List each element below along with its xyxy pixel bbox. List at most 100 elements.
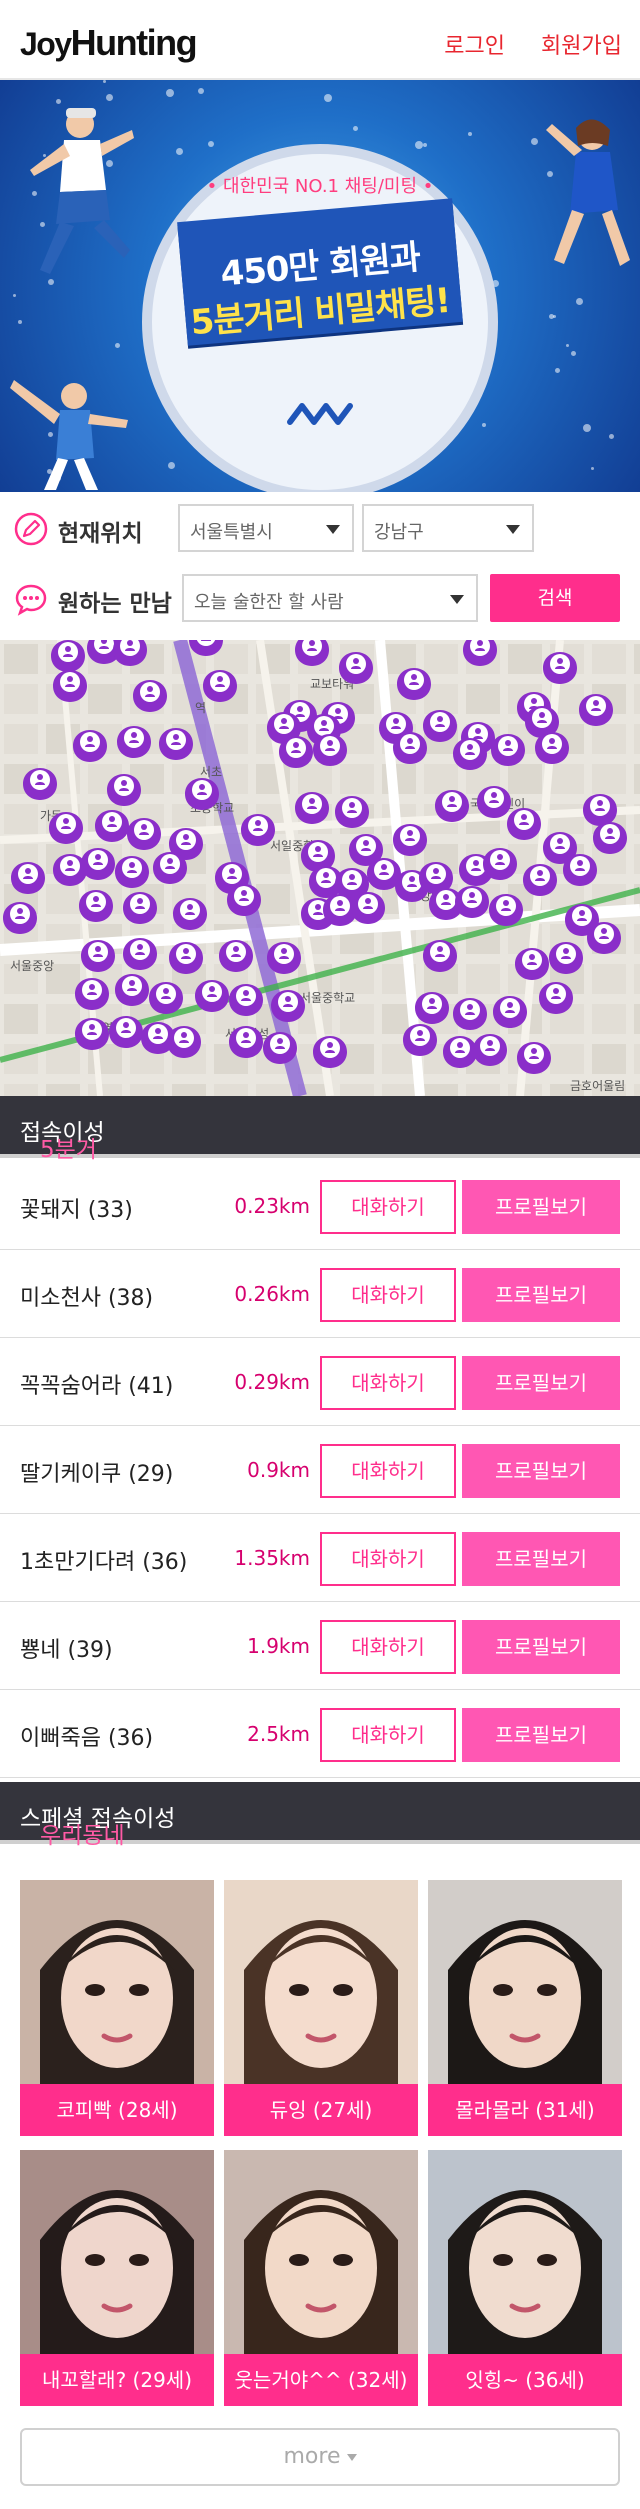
map-canvas[interactable]: 교보타워센터서일중학교강남역국립어린이가든서울중앙교대역서초삼성서울중학교금호어… bbox=[0, 640, 640, 1096]
district-select[interactable]: 강남구 bbox=[362, 504, 534, 552]
logo[interactable]: JoyHunting bbox=[20, 22, 198, 64]
map-pin-icon[interactable] bbox=[229, 984, 263, 1016]
map-pin-icon[interactable] bbox=[229, 1026, 263, 1058]
profile-button[interactable]: 프로필보기 bbox=[462, 1708, 620, 1762]
meeting-select[interactable]: 오늘 술한잔 할 사람 bbox=[182, 574, 478, 622]
map-pin-icon[interactable] bbox=[351, 892, 385, 924]
map-pin-icon[interactable] bbox=[95, 810, 129, 842]
map-pin-icon[interactable] bbox=[455, 886, 489, 918]
map-pin-icon[interactable] bbox=[241, 814, 275, 846]
map-pin-icon[interactable] bbox=[523, 864, 557, 896]
map-pin-icon[interactable] bbox=[543, 652, 577, 684]
promo-banner[interactable]: • 대한민국 NO.1 채팅/미팅 • 450만 회원과 5분거리 비밀채팅! bbox=[0, 80, 640, 492]
map-pin-icon[interactable] bbox=[81, 848, 115, 880]
map-pin-icon[interactable] bbox=[579, 694, 613, 726]
map-pin-icon[interactable] bbox=[587, 922, 621, 954]
map-pin-icon[interactable] bbox=[397, 668, 431, 700]
profile-button[interactable]: 프로필보기 bbox=[462, 1356, 620, 1410]
map-pin-icon[interactable] bbox=[489, 894, 523, 926]
map-pin-icon[interactable] bbox=[393, 732, 427, 764]
map-pin-icon[interactable] bbox=[81, 940, 115, 972]
map-pin-icon[interactable] bbox=[539, 982, 573, 1014]
map-pin-icon[interactable] bbox=[117, 726, 151, 758]
chat-button[interactable]: 대화하기 bbox=[320, 1444, 456, 1498]
map-pin-icon[interactable] bbox=[483, 848, 517, 880]
profile-button[interactable]: 프로필보기 bbox=[462, 1620, 620, 1674]
map-pin-icon[interactable] bbox=[313, 1036, 347, 1068]
map-pin-icon[interactable] bbox=[133, 680, 167, 712]
map-pin-icon[interactable] bbox=[219, 940, 253, 972]
profile-card[interactable]: 코피빡 (28세) bbox=[20, 1880, 214, 2136]
map-pin-icon[interactable] bbox=[549, 942, 583, 974]
map-pin-icon[interactable] bbox=[435, 790, 469, 822]
profile-button[interactable]: 프로필보기 bbox=[462, 1180, 620, 1234]
chat-button[interactable]: 대화하기 bbox=[320, 1532, 456, 1586]
profile-button[interactable]: 프로필보기 bbox=[462, 1532, 620, 1586]
map-pin-icon[interactable] bbox=[271, 990, 305, 1022]
map-pin-icon[interactable] bbox=[79, 890, 113, 922]
map-pin-icon[interactable] bbox=[263, 1032, 297, 1064]
chat-button[interactable]: 대화하기 bbox=[320, 1708, 456, 1762]
map-pin-icon[interactable] bbox=[339, 652, 373, 684]
map-pin-icon[interactable] bbox=[23, 768, 57, 800]
map[interactable]: 교보타워센터서일중학교강남역국립어린이가든서울중앙교대역서초삼성서울중학교금호어… bbox=[0, 640, 640, 1096]
map-pin-icon[interactable] bbox=[491, 734, 525, 766]
map-pin-icon[interactable] bbox=[415, 992, 449, 1024]
map-pin-icon[interactable] bbox=[515, 948, 549, 980]
more-button[interactable]: more bbox=[20, 2428, 620, 2486]
search-button[interactable]: 검색 bbox=[490, 574, 620, 622]
profile-button[interactable]: 프로필보기 bbox=[462, 1268, 620, 1322]
map-pin-icon[interactable] bbox=[3, 902, 37, 934]
map-pin-icon[interactable] bbox=[167, 1026, 201, 1058]
map-pin-icon[interactable] bbox=[185, 778, 219, 810]
map-pin-icon[interactable] bbox=[535, 732, 569, 764]
map-pin-icon[interactable] bbox=[115, 856, 149, 888]
map-pin-icon[interactable] bbox=[123, 892, 157, 924]
map-pin-icon[interactable] bbox=[267, 942, 301, 974]
map-pin-icon[interactable] bbox=[123, 938, 157, 970]
map-pin-icon[interactable] bbox=[423, 710, 457, 742]
chat-button[interactable]: 대화하기 bbox=[320, 1180, 456, 1234]
map-pin-icon[interactable] bbox=[169, 942, 203, 974]
map-pin-icon[interactable] bbox=[313, 734, 347, 766]
chat-button[interactable]: 대화하기 bbox=[320, 1620, 456, 1674]
map-pin-icon[interactable] bbox=[75, 978, 109, 1010]
map-pin-icon[interactable] bbox=[53, 670, 87, 702]
chat-button[interactable]: 대화하기 bbox=[320, 1268, 456, 1322]
profile-card[interactable]: 내꼬할래? (29세) bbox=[20, 2150, 214, 2406]
map-pin-icon[interactable] bbox=[443, 1036, 477, 1068]
map-pin-icon[interactable] bbox=[73, 730, 107, 762]
map-pin-icon[interactable] bbox=[403, 1024, 437, 1056]
profile-card[interactable]: 잇힝~ (36세) bbox=[428, 2150, 622, 2406]
map-pin-icon[interactable] bbox=[51, 640, 85, 672]
map-pin-icon[interactable] bbox=[563, 854, 597, 886]
map-pin-icon[interactable] bbox=[517, 1042, 551, 1074]
map-pin-icon[interactable] bbox=[493, 996, 527, 1028]
profile-card[interactable]: 몰라몰라 (31세) bbox=[428, 1880, 622, 2136]
map-pin-icon[interactable] bbox=[49, 812, 83, 844]
map-pin-icon[interactable] bbox=[393, 824, 427, 856]
profile-card[interactable]: 듀잉 (27세) bbox=[224, 1880, 418, 2136]
map-pin-icon[interactable] bbox=[583, 794, 617, 826]
map-pin-icon[interactable] bbox=[477, 786, 511, 818]
chat-button[interactable]: 대화하기 bbox=[320, 1356, 456, 1410]
map-pin-icon[interactable] bbox=[107, 774, 141, 806]
map-pin-icon[interactable] bbox=[11, 862, 45, 894]
map-pin-icon[interactable] bbox=[593, 822, 627, 854]
login-link[interactable]: 로그인 bbox=[444, 28, 505, 60]
map-pin-icon[interactable] bbox=[335, 796, 369, 828]
map-pin-icon[interactable] bbox=[153, 852, 187, 884]
map-pin-icon[interactable] bbox=[507, 808, 541, 840]
map-pin-icon[interactable] bbox=[295, 792, 329, 824]
map-pin-icon[interactable] bbox=[75, 1018, 109, 1050]
map-pin-icon[interactable] bbox=[279, 736, 313, 768]
map-pin-icon[interactable] bbox=[227, 884, 261, 916]
map-pin-icon[interactable] bbox=[159, 728, 193, 760]
city-select[interactable]: 서울특별시 bbox=[178, 504, 354, 552]
map-pin-icon[interactable] bbox=[195, 980, 229, 1012]
map-pin-icon[interactable] bbox=[173, 898, 207, 930]
profile-button[interactable]: 프로필보기 bbox=[462, 1444, 620, 1498]
map-pin-icon[interactable] bbox=[109, 1016, 143, 1048]
map-pin-icon[interactable] bbox=[203, 670, 237, 702]
map-pin-icon[interactable] bbox=[473, 1034, 507, 1066]
